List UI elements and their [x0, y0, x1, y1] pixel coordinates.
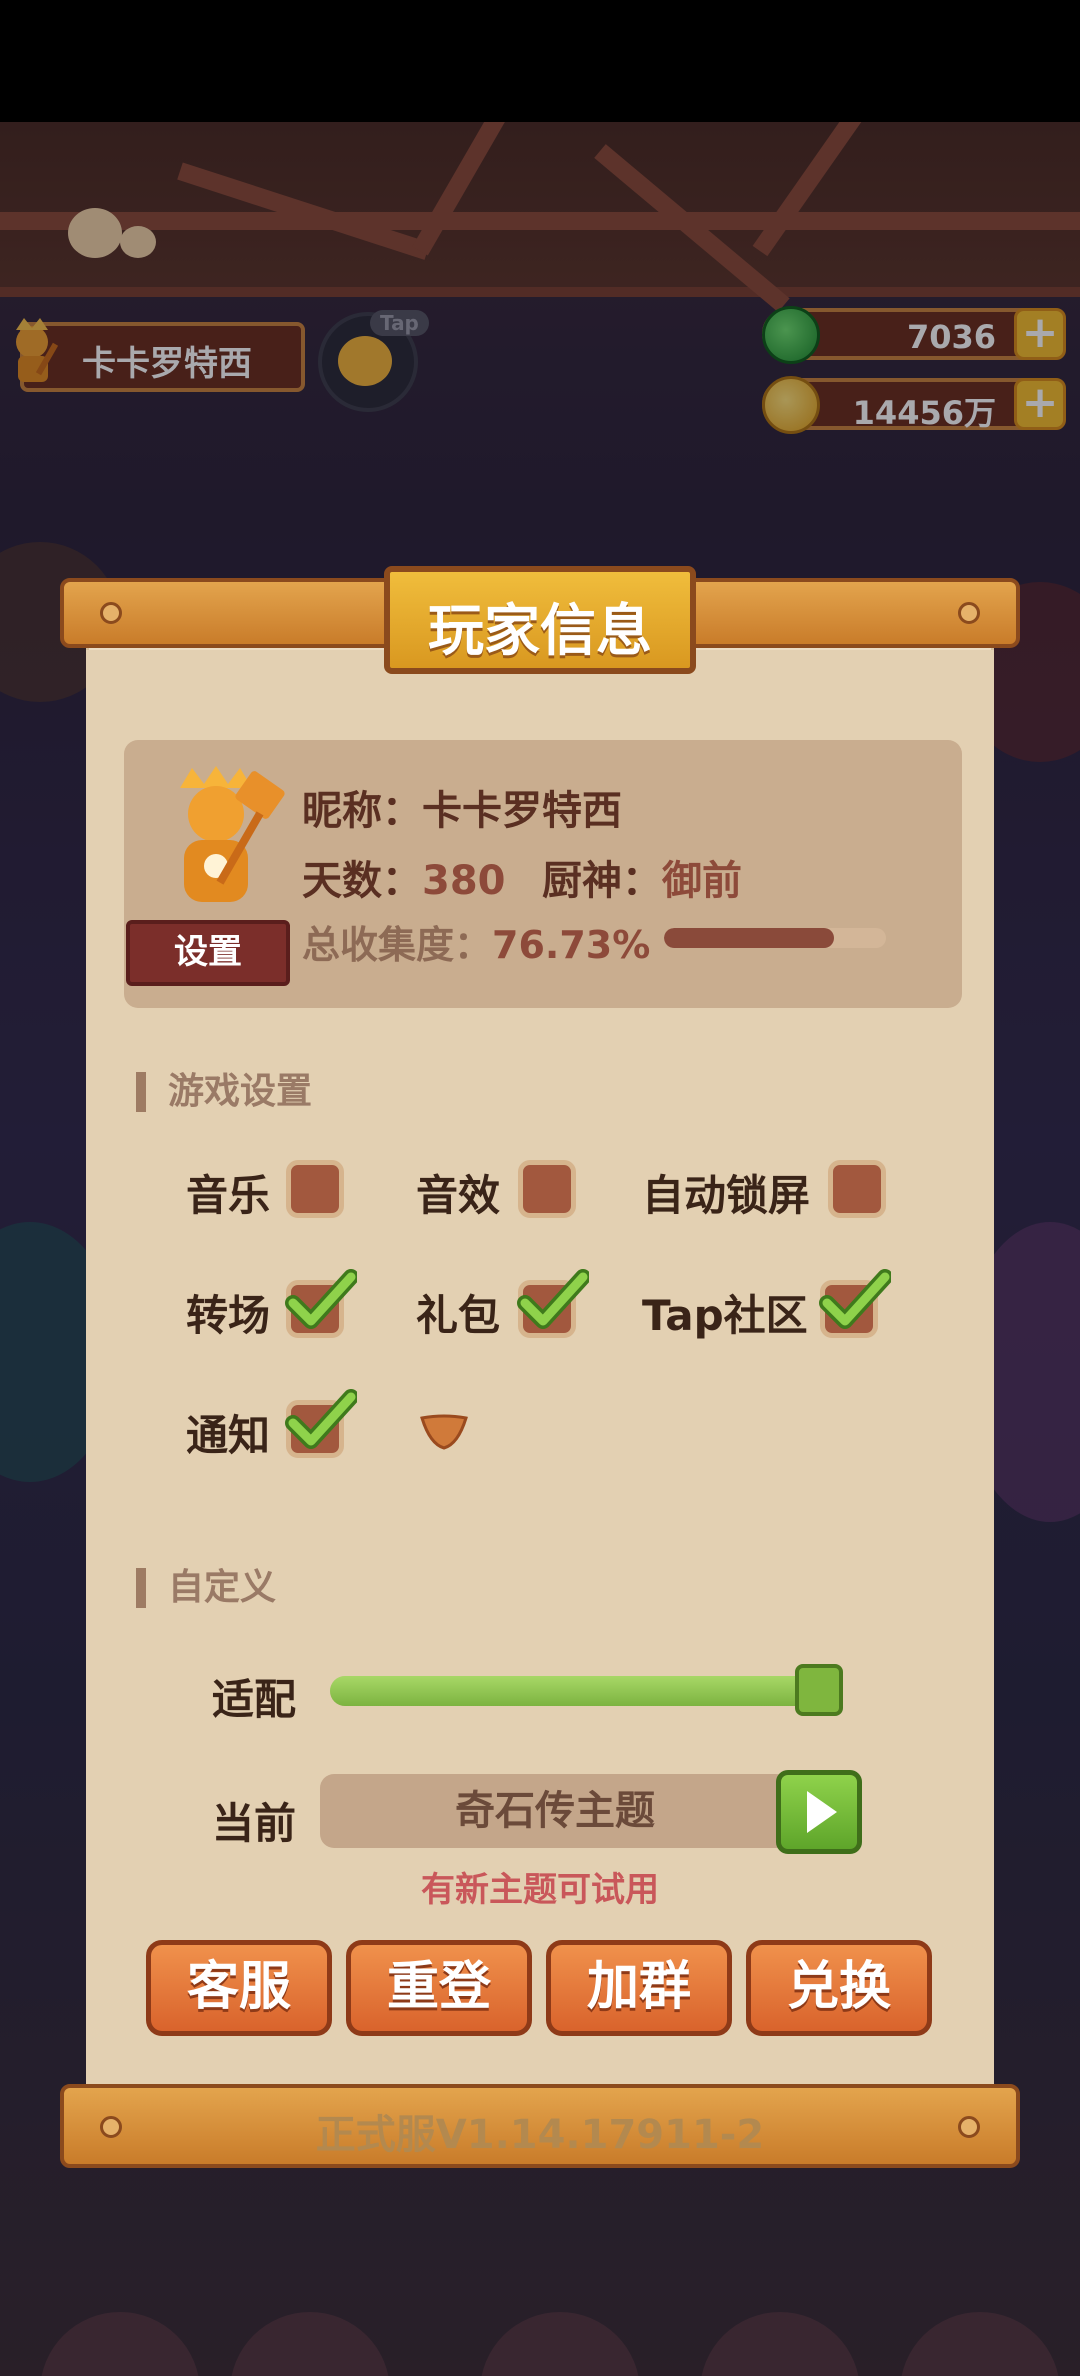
option-sfx-label: 音效	[416, 1171, 501, 1220]
checkmark-icon	[517, 1269, 589, 1329]
chef-row: 厨神：御前	[542, 848, 742, 906]
collection-progress-bar	[664, 928, 886, 948]
new-theme-hint: 有新主题可试用	[421, 1870, 659, 1910]
collection-label: 总收集度：	[302, 923, 493, 967]
current-theme-label: 当前	[212, 1799, 297, 1848]
checkmark-icon	[285, 1269, 357, 1329]
days-row: 天数：380	[302, 848, 506, 906]
collection-progress-fill	[664, 928, 835, 948]
play-arrow-icon	[807, 1791, 837, 1833]
join-group-button[interactable]: 加群	[546, 1940, 732, 2036]
avatar-settings-button[interactable]: 设置	[126, 920, 290, 986]
nickname-row: 昵称：卡卡罗特西	[302, 778, 622, 836]
customer-service-button[interactable]: 客服	[146, 1940, 332, 2036]
option-autolock-label: 自动锁屏	[642, 1171, 811, 1220]
option-transition-checkbox[interactable]	[285, 1269, 357, 1338]
current-theme-field[interactable]: 奇石传主题	[320, 1774, 790, 1848]
days-value: 380	[422, 858, 506, 904]
custom-heading: 自定义	[136, 1568, 276, 1608]
panel-title-plate: 玩家信息	[384, 566, 696, 674]
option-tap-community-checkbox[interactable]	[819, 1269, 891, 1338]
nickname-label: 昵称：	[302, 788, 422, 834]
collection-row: 总收集度：76.73%	[302, 914, 650, 969]
days-label: 天数：	[302, 858, 422, 904]
redeem-button[interactable]: 兑换	[746, 1940, 932, 2036]
relogin-button[interactable]: 重登	[346, 1940, 532, 2036]
theme-next-button[interactable]	[776, 1770, 862, 1854]
chef-label: 厨神：	[542, 858, 662, 904]
option-sfx-checkbox[interactable]	[518, 1160, 576, 1218]
fit-label: 适配	[212, 1675, 297, 1724]
checkmark-icon	[285, 1389, 357, 1449]
option-notify-label: 通知	[186, 1411, 271, 1460]
option-autolock-checkbox[interactable]	[828, 1160, 886, 1218]
fit-slider-fill	[330, 1676, 838, 1706]
chef-value: 御前	[662, 858, 742, 904]
checkmark-icon	[819, 1269, 891, 1329]
option-notify-checkbox[interactable]	[285, 1389, 357, 1458]
game-settings-heading: 游戏设置	[136, 1072, 312, 1112]
option-giftpack-label: 礼包	[416, 1291, 501, 1340]
option-transition-label: 转场	[186, 1291, 271, 1340]
version-label: 正式服V1.14.17911-2	[315, 2112, 765, 2158]
option-giftpack-checkbox[interactable]	[517, 1269, 589, 1338]
fit-slider-knob[interactable]	[795, 1664, 843, 1716]
option-tap-community-label: Tap社区	[642, 1291, 808, 1340]
option-music-label: 音乐	[186, 1171, 271, 1220]
panel-title: 玩家信息	[428, 599, 652, 664]
expand-chevron-icon[interactable]	[418, 1412, 470, 1452]
fit-slider-track[interactable]	[330, 1676, 838, 1706]
collection-value: 76.73%	[492, 923, 651, 967]
nickname-value: 卡卡罗特西	[422, 788, 622, 834]
option-music-checkbox[interactable]	[286, 1160, 344, 1218]
chef-statue-icon	[180, 766, 285, 902]
